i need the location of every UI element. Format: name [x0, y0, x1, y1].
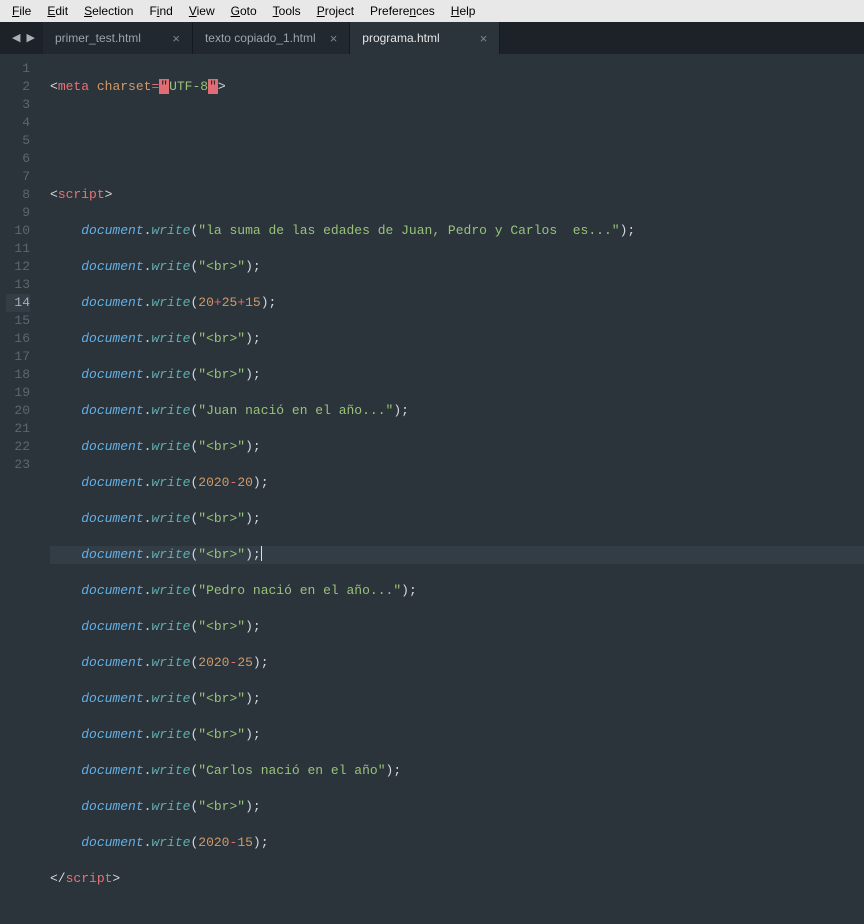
code-line: document.write(2020-15); [50, 834, 864, 852]
code-line: document.write("<br>"); [50, 546, 864, 564]
code-line: document.write("<br>"); [50, 330, 864, 348]
text-cursor [261, 546, 262, 561]
code-line: document.write("<br>"); [50, 798, 864, 816]
line-number: 3 [6, 96, 30, 114]
menu-project[interactable]: Project [309, 2, 362, 20]
code-line [50, 114, 864, 132]
code-line: <meta charset="UTF-8"> [50, 78, 864, 96]
menu-tools[interactable]: Tools [265, 2, 309, 20]
code-line: <script> [50, 186, 864, 204]
code-editor[interactable]: 1 2 3 4 5 6 7 8 9 10 11 12 13 14 15 16 1… [0, 54, 864, 531]
line-number: 5 [6, 132, 30, 150]
tab-nav-back-icon[interactable]: ◀ [12, 31, 20, 45]
code-line: document.write("<br>"); [50, 438, 864, 456]
code-area[interactable]: <meta charset="UTF-8"> <script> document… [40, 54, 864, 531]
tab-label: programa.html [362, 31, 439, 45]
line-number: 1 [6, 60, 30, 78]
tab-label: primer_test.html [55, 31, 141, 45]
line-number: 17 [6, 348, 30, 366]
menu-file[interactable]: File [4, 2, 39, 20]
line-number: 2 [6, 78, 30, 96]
line-number: 19 [6, 384, 30, 402]
code-line: </script> [50, 870, 864, 888]
line-number: 8 [6, 186, 30, 204]
line-number-gutter: 1 2 3 4 5 6 7 8 9 10 11 12 13 14 15 16 1… [0, 54, 40, 531]
code-line: document.write("Juan nació en el año..."… [50, 402, 864, 420]
line-number: 15 [6, 312, 30, 330]
menu-edit[interactable]: Edit [39, 2, 76, 20]
tab-texto-copiado[interactable]: texto copiado_1.html × [193, 22, 350, 54]
line-number: 14 [6, 294, 30, 312]
code-line: document.write("<br>"); [50, 690, 864, 708]
tab-strip: ◀ ▶ primer_test.html × texto copiado_1.h… [0, 22, 864, 54]
tab-primer-test[interactable]: primer_test.html × [43, 22, 193, 54]
code-line: document.write(20+25+15); [50, 294, 864, 312]
line-number: 16 [6, 330, 30, 348]
tab-label: texto copiado_1.html [205, 31, 316, 45]
menu-goto[interactable]: Goto [223, 2, 265, 20]
line-number: 10 [6, 222, 30, 240]
line-number: 23 [6, 456, 30, 474]
menu-bar: File Edit Selection Find View Goto Tools… [0, 0, 864, 22]
line-number: 4 [6, 114, 30, 132]
code-line: document.write("<br>"); [50, 258, 864, 276]
menu-help[interactable]: Help [443, 2, 484, 20]
menu-preferences[interactable]: Preferences [362, 2, 443, 20]
line-number: 6 [6, 150, 30, 168]
close-icon[interactable]: × [316, 31, 338, 46]
tab-nav: ◀ ▶ [4, 22, 43, 54]
code-line [50, 150, 864, 168]
tab-programa[interactable]: programa.html × [350, 22, 500, 54]
close-icon[interactable]: × [466, 31, 488, 46]
code-line: document.write("<br>"); [50, 618, 864, 636]
tab-nav-forward-icon[interactable]: ▶ [26, 31, 34, 45]
code-line: document.write("<br>"); [50, 510, 864, 528]
code-line: document.write(2020-20); [50, 474, 864, 492]
menu-find[interactable]: Find [141, 2, 180, 20]
code-line: document.write("la suma de las edades de… [50, 222, 864, 240]
line-number: 12 [6, 258, 30, 276]
menu-view[interactable]: View [181, 2, 223, 20]
line-number: 18 [6, 366, 30, 384]
line-number: 7 [6, 168, 30, 186]
code-line: document.write("<br>"); [50, 366, 864, 384]
line-number: 11 [6, 240, 30, 258]
code-line: document.write(2020-25); [50, 654, 864, 672]
code-line: document.write("Carlos nació en el año")… [50, 762, 864, 780]
line-number: 22 [6, 438, 30, 456]
code-line: document.write("<br>"); [50, 726, 864, 744]
line-number: 21 [6, 420, 30, 438]
close-icon[interactable]: × [158, 31, 180, 46]
menu-selection[interactable]: Selection [76, 2, 141, 20]
line-number: 9 [6, 204, 30, 222]
line-number: 13 [6, 276, 30, 294]
line-number: 20 [6, 402, 30, 420]
code-line: document.write("Pedro nació en el año...… [50, 582, 864, 600]
